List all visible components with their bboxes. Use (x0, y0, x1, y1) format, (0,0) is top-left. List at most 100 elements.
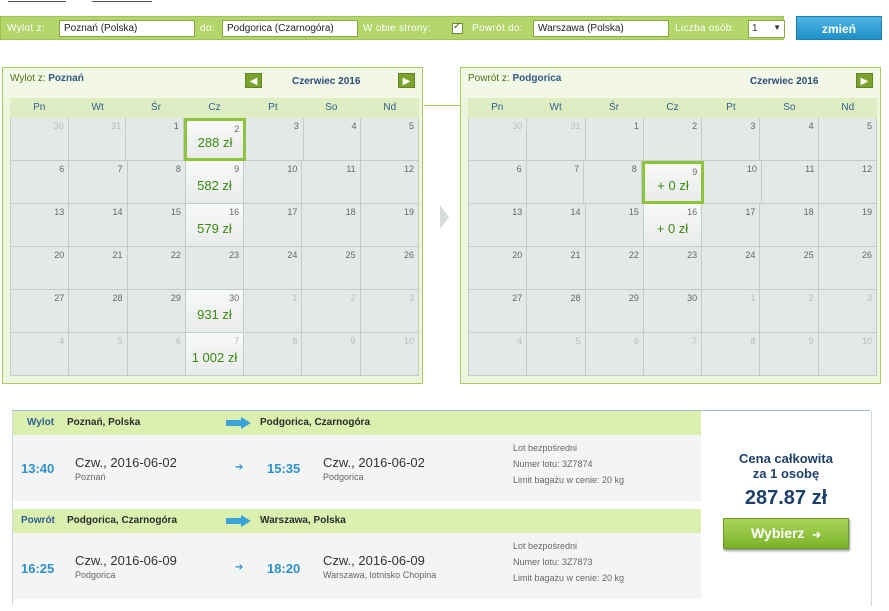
day-number: 4 (59, 336, 65, 346)
day-price: 931 zł (197, 307, 232, 322)
outbound-day: 22 (127, 247, 186, 290)
return-week-row: 27 28 29 30 1 2 3 (468, 290, 877, 333)
outbound-leg-header: Wylot Poznań, Polska Podgorica, Czarnogó… (13, 411, 701, 435)
day-number: 28 (570, 293, 581, 303)
day-number: 5 (117, 336, 123, 346)
return-day: 6 (468, 161, 527, 204)
day-number: 3 (293, 121, 299, 131)
return-day: 12 (819, 161, 878, 204)
day-number: 12 (862, 164, 873, 174)
outbound-day-available[interactable]: 2 288 zł (183, 118, 247, 161)
arrow-right-icon: ➔ (235, 562, 244, 573)
outbound-arr-time: 15:35 (267, 461, 301, 476)
outbound-day-available[interactable]: 16 579 zł (185, 204, 245, 247)
top-link-1[interactable] (8, 0, 66, 2)
day-number: 30 (229, 293, 240, 303)
day-number: 25 (345, 250, 356, 260)
return-day: 28 (527, 290, 586, 333)
return-day: 21 (527, 247, 586, 290)
weekday-label: Śr (151, 102, 162, 113)
to-input[interactable]: Podgorica (Czarnogóra) (222, 20, 358, 37)
day-number: 17 (287, 207, 298, 217)
change-button[interactable]: zmień (796, 16, 882, 40)
day-number: 19 (861, 207, 872, 217)
return-title-prefix: Powrót z: (468, 73, 510, 84)
day-number: 6 (516, 164, 522, 174)
return-day: 11 (761, 161, 820, 204)
return-day-available[interactable]: 16 + 0 zł (643, 204, 703, 247)
outbound-day-available[interactable]: 9 582 zł (185, 161, 245, 204)
roundtrip-checkbox[interactable] (452, 21, 463, 34)
return-day-available[interactable]: 9 + 0 zł (641, 161, 705, 204)
outbound-dep-date: Czw., 2016-06-02 (75, 455, 177, 470)
day-number: 2 (234, 124, 240, 134)
outbound-week-row: 27 28 29 30 931 zł 1 2 3 (10, 290, 419, 333)
return-day: 2 (760, 290, 819, 333)
outbound-week-row: 30 31 1 2 288 zł 3 4 5 (10, 118, 420, 161)
day-number: 27 (512, 293, 523, 303)
outbound-day: 4 (303, 118, 362, 161)
day-price: 288 zł (197, 135, 233, 150)
weekday-label: Pn (491, 102, 504, 113)
outbound-day: 20 (10, 247, 70, 290)
outbound-day: 10 (244, 161, 303, 204)
day-price: 1 002 zł (191, 350, 238, 365)
next-month-button[interactable]: ▶ (398, 73, 415, 88)
day-number: 22 (628, 250, 639, 260)
return-week-row: 20 21 22 23 24 25 26 (468, 247, 877, 290)
outbound-day: 27 (10, 290, 70, 333)
chevron-right-icon (440, 205, 449, 229)
top-link-2[interactable] (92, 0, 152, 2)
return-day: 9 (760, 333, 819, 376)
day-number: 7 (117, 164, 123, 174)
outbound-day: 12 (360, 161, 419, 204)
from-input[interactable]: Poznań (Polska) (59, 20, 195, 37)
outbound-flight-number: Numer lotu: 3Z7874 (513, 459, 593, 469)
to-label: do: (200, 23, 215, 34)
outbound-day: 29 (127, 290, 186, 333)
day-number: 1 (750, 293, 756, 303)
outbound-day: 17 (244, 204, 303, 247)
return-day: 2 (643, 118, 703, 161)
flight-summary: Wylot Poznań, Polska Podgorica, Czarnogó… (12, 410, 872, 606)
return-leg-header: Powrót Podgorica, Czarnogóra Warszawa, P… (13, 509, 701, 533)
return-day: 17 (702, 204, 761, 247)
day-number: 2 (808, 293, 814, 303)
day-number: 23 (687, 250, 698, 260)
total-price: 287.87 zł (744, 487, 828, 509)
arrow-left-icon: ◀ (249, 76, 258, 87)
return-calendar-grid: Pn Wt Śr Cz Pt So Nd 30 31 1 2 3 4 5 6 7 8 9 + 0 zł 10 11 12 1… (468, 98, 878, 376)
persons-select[interactable]: 1 ▼ (748, 20, 785, 38)
return-next-month-button[interactable]: ▶ (856, 73, 873, 88)
weekday-label: Pn (33, 102, 46, 113)
outbound-day-available[interactable]: 7 1 002 zł (185, 333, 245, 376)
return-day: 6 (585, 333, 644, 376)
return-month: Czerwiec 2016 (750, 76, 819, 87)
day-number: 13 (512, 207, 523, 217)
return-calendar-title: Powrót z: Podgorica (468, 73, 561, 84)
select-button[interactable]: Wybierz ➔ (723, 518, 849, 549)
day-number: 6 (59, 164, 65, 174)
day-number: 29 (170, 293, 181, 303)
outbound-to-city: Podgorica, Czarnogóra (260, 417, 371, 428)
day-number: 10 (746, 164, 757, 174)
day-number: 6 (175, 336, 181, 346)
day-number: 4 (517, 336, 523, 346)
outbound-arr-place: Podgorica (323, 472, 364, 482)
prev-month-button[interactable]: ◀ (245, 73, 262, 88)
arrow-right-icon: ➔ (235, 462, 244, 473)
persons-value: 1 (752, 23, 758, 34)
return-day: 10 (818, 333, 877, 376)
day-price: + 0 zł (656, 221, 689, 236)
persons-label: Liczba osób: (675, 23, 735, 34)
return-input[interactable]: Warszawa (Polska) (533, 20, 669, 37)
return-day: 19 (818, 204, 877, 247)
day-number: 9 (350, 336, 356, 346)
outbound-day: 4 (10, 333, 70, 376)
outbound-day: 30 (10, 118, 69, 161)
day-number: 24 (287, 250, 298, 260)
outbound-day-available[interactable]: 30 931 zł (185, 290, 245, 333)
return-day: 23 (643, 247, 703, 290)
return-day: 4 (468, 333, 528, 376)
day-number: 20 (54, 250, 65, 260)
